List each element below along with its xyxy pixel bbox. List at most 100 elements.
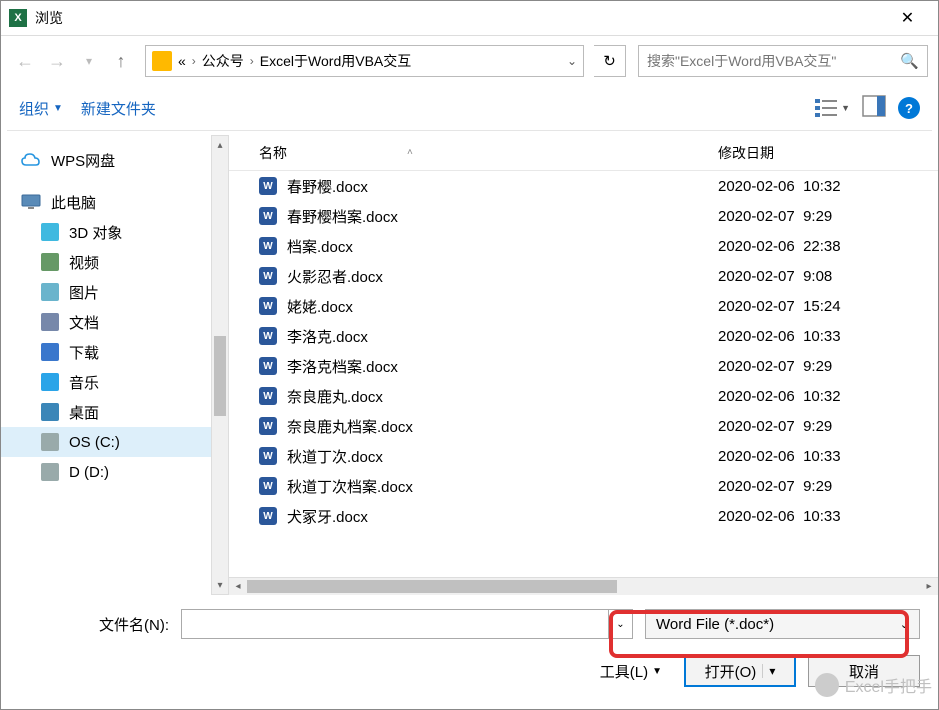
scroll-up-icon[interactable]: ▴ (212, 136, 228, 154)
navigation-row: ← → ▾ ↑ « › 公众号 › Excel于Word用VBA交互 ⌄ ↻ 🔍 (1, 36, 938, 86)
file-name: 档案.docx (287, 236, 718, 257)
file-date: 2020-02-07 9:29 (718, 358, 938, 375)
file-row[interactable]: 火影忍者.docx2020-02-07 9:08 (229, 261, 938, 291)
cancel-button[interactable]: 取消 (808, 655, 920, 687)
file-row[interactable]: 姥姥.docx2020-02-07 15:24 (229, 291, 938, 321)
sidebar-item-this-pc[interactable]: 此电脑 (1, 187, 211, 217)
refresh-button[interactable]: ↻ (594, 45, 626, 77)
file-name: 奈良鹿丸.docx (287, 386, 718, 407)
sidebar-item-icon (41, 373, 59, 391)
computer-icon (21, 194, 41, 210)
chevron-down-icon: ⌄ (900, 618, 909, 631)
search-icon[interactable]: 🔍 (900, 52, 919, 70)
preview-pane-button[interactable] (862, 95, 886, 122)
word-doc-icon (259, 177, 277, 195)
sidebar-item-label: 视频 (69, 252, 99, 273)
file-name: 奈良鹿丸档案.docx (287, 416, 718, 437)
word-doc-icon (259, 417, 277, 435)
sidebar-item-icon (41, 253, 59, 271)
sidebar-item-label: 桌面 (69, 402, 99, 423)
sidebar-item[interactable]: 文档 (1, 307, 211, 337)
sidebar-item-label: D (D:) (69, 464, 109, 481)
file-list-pane: 名称 ˄ 修改日期 春野樱.docx2020-02-06 10:32春野樱档案.… (229, 135, 938, 595)
filename-dropdown-button[interactable]: ⌄ (609, 609, 633, 639)
column-header-date[interactable]: 修改日期 (718, 143, 938, 163)
file-row[interactable]: 档案.docx2020-02-06 22:38 (229, 231, 938, 261)
file-name: 姥姥.docx (287, 296, 718, 317)
file-row[interactable]: 奈良鹿丸档案.docx2020-02-07 9:29 (229, 411, 938, 441)
file-type-filter[interactable]: Word File (*.doc*) ⌄ (645, 609, 920, 639)
excel-app-icon (9, 9, 27, 27)
window-title: 浏览 (35, 8, 885, 28)
file-row[interactable]: 春野樱档案.docx2020-02-07 9:29 (229, 201, 938, 231)
sidebar-item[interactable]: 下载 (1, 337, 211, 367)
file-row[interactable]: 李洛克档案.docx2020-02-07 9:29 (229, 351, 938, 381)
filename-input[interactable] (181, 609, 609, 639)
search-box[interactable]: 🔍 (638, 45, 928, 77)
sidebar-item[interactable]: 图片 (1, 277, 211, 307)
file-horizontal-scrollbar[interactable]: ◂ ▸ (229, 577, 938, 595)
sidebar-item-wps[interactable]: WPS网盘 (1, 145, 211, 175)
dialog-bottom-panel: 文件名(N): ⌄ Word File (*.doc*) ⌄ 工具(L) ▼ 打… (1, 595, 938, 697)
crumb-root-chevron: « (178, 53, 186, 69)
sidebar-item[interactable]: 视频 (1, 247, 211, 277)
navigation-sidebar: WPS网盘 此电脑 3D 对象视频图片文档下载音乐桌面 OS (C:) D (D:) (1, 135, 211, 595)
sidebar-item-label: OS (C:) (69, 434, 120, 451)
help-button[interactable]: ? (898, 97, 920, 119)
file-row[interactable]: 春野樱.docx2020-02-06 10:32 (229, 171, 938, 201)
file-row[interactable]: 犬冢牙.docx2020-02-06 10:33 (229, 501, 938, 531)
word-doc-icon (259, 387, 277, 405)
sidebar-item[interactable]: OS (C:) (1, 427, 211, 457)
folder-icon (152, 51, 172, 71)
close-button[interactable]: ✕ (885, 3, 930, 33)
address-bar[interactable]: « › 公众号 › Excel于Word用VBA交互 ⌄ (145, 45, 584, 77)
new-folder-button[interactable]: 新建文件夹 (81, 98, 156, 119)
view-mode-button[interactable]: ▼ (814, 97, 850, 119)
file-row[interactable]: 秋道丁次档案.docx2020-02-07 9:29 (229, 471, 938, 501)
forward-button[interactable]: → (43, 47, 71, 75)
filename-label: 文件名(N): (19, 614, 169, 635)
organize-button[interactable]: 组织 ▼ (19, 98, 63, 119)
file-name: 春野樱档案.docx (287, 206, 718, 227)
word-doc-icon (259, 297, 277, 315)
sidebar-item[interactable]: 3D 对象 (1, 217, 211, 247)
column-header-name-label: 名称 (259, 143, 287, 163)
file-row[interactable]: 李洛克.docx2020-02-06 10:33 (229, 321, 938, 351)
file-name: 秋道丁次.docx (287, 446, 718, 467)
breadcrumb-2[interactable]: Excel于Word用VBA交互 (260, 51, 411, 71)
sidebar-item-label: 3D 对象 (69, 222, 122, 243)
scroll-left-icon[interactable]: ◂ (229, 581, 247, 592)
file-date: 2020-02-07 9:29 (718, 418, 938, 435)
file-name: 犬冢牙.docx (287, 506, 718, 527)
main-area: WPS网盘 此电脑 3D 对象视频图片文档下载音乐桌面 OS (C:) D (D:)… (1, 135, 938, 595)
scrollbar-thumb[interactable] (214, 336, 226, 416)
file-list: 春野樱.docx2020-02-06 10:32春野樱档案.docx2020-0… (229, 171, 938, 577)
word-doc-icon (259, 267, 277, 285)
tools-dropdown[interactable]: 工具(L) ▼ (600, 661, 662, 682)
sidebar-scrollbar[interactable]: ▴ ▾ (211, 135, 229, 595)
sidebar-item[interactable]: D (D:) (1, 457, 211, 487)
column-header-name[interactable]: 名称 ˄ (259, 143, 718, 163)
recent-dropdown-icon[interactable]: ▾ (75, 47, 103, 75)
address-dropdown-icon[interactable]: ⌄ (567, 54, 577, 68)
file-name: 火影忍者.docx (287, 266, 718, 287)
breadcrumb-1[interactable]: 公众号 (202, 51, 244, 71)
file-row[interactable]: 奈良鹿丸.docx2020-02-06 10:32 (229, 381, 938, 411)
search-input[interactable] (647, 53, 900, 69)
scroll-down-icon[interactable]: ▾ (212, 576, 228, 594)
back-button[interactable]: ← (11, 47, 39, 75)
organize-label: 组织 (19, 98, 49, 119)
scroll-right-icon[interactable]: ▸ (920, 581, 938, 592)
file-name: 秋道丁次档案.docx (287, 476, 718, 497)
up-button[interactable]: ↑ (107, 47, 135, 75)
open-button[interactable]: 打开(O) ▾ (684, 655, 796, 687)
file-name: 李洛克档案.docx (287, 356, 718, 377)
word-doc-icon (259, 207, 277, 225)
file-row[interactable]: 秋道丁次.docx2020-02-06 10:33 (229, 441, 938, 471)
file-name: 李洛克.docx (287, 326, 718, 347)
scrollbar-thumb[interactable] (247, 580, 617, 593)
sort-indicator-icon: ˄ (407, 147, 413, 158)
sidebar-item-label: 下载 (69, 342, 99, 363)
sidebar-item[interactable]: 音乐 (1, 367, 211, 397)
sidebar-item[interactable]: 桌面 (1, 397, 211, 427)
